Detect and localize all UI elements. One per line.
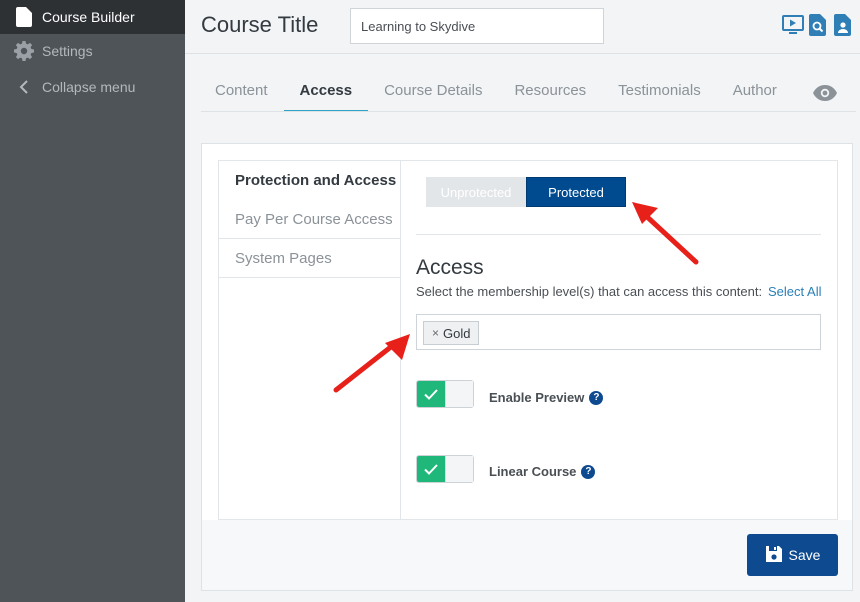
toggle-knob: [445, 381, 473, 407]
save-label: Save: [788, 547, 821, 563]
gear-icon: [14, 41, 34, 61]
membership-level-chip: × Gold: [423, 321, 480, 345]
linear-course-label: Linear Course: [489, 464, 577, 479]
check-icon: [417, 456, 445, 482]
tab-content[interactable]: Content: [215, 76, 268, 112]
tab-author[interactable]: Author: [733, 76, 777, 112]
tabs-divider: [201, 111, 856, 112]
sidebar-item-settings[interactable]: Settings: [0, 34, 185, 68]
eye-icon[interactable]: [812, 83, 838, 103]
protected-option[interactable]: Protected: [526, 177, 626, 207]
enable-preview-label: Enable Preview: [489, 390, 585, 405]
membership-level-input[interactable]: × Gold: [416, 314, 821, 350]
enable-preview-toggle[interactable]: [416, 380, 474, 408]
access-heading: Access: [416, 256, 484, 279]
help-icon[interactable]: ?: [581, 464, 596, 479]
sidebar-item-course-builder[interactable]: Course Builder: [0, 0, 185, 34]
search-doc-icon[interactable]: [807, 14, 829, 36]
tab-testimonials[interactable]: Testimonials: [618, 76, 701, 112]
save-button[interactable]: Save: [747, 534, 838, 576]
sidebar: Course Builder Settings Collapse menu: [0, 0, 185, 602]
sidebar-item-collapse-menu[interactable]: Collapse menu: [0, 70, 185, 104]
tab-resources[interactable]: Resources: [514, 76, 586, 112]
toggle-knob: [445, 456, 473, 482]
sidebar-item-label: Settings: [42, 43, 93, 59]
check-icon: [417, 381, 445, 407]
arrow-annotation-protected: [632, 202, 699, 265]
protection-toggle: Unprotected Protected: [426, 177, 626, 207]
chevron-left-icon: [14, 77, 34, 97]
tab-bar: Content Access Course Details Resources …: [215, 76, 809, 112]
chip-remove-icon[interactable]: ×: [432, 326, 439, 340]
enable-preview-label-wrap: Enable Preview ?: [489, 390, 604, 405]
video-icon[interactable]: [782, 14, 804, 36]
subnav-item-system-pages[interactable]: System Pages: [219, 239, 400, 278]
linear-course-label-wrap: Linear Course ?: [489, 464, 596, 479]
page-title: Course Title: [201, 12, 319, 37]
help-icon[interactable]: ?: [589, 390, 604, 405]
select-all-link[interactable]: Select All: [768, 284, 821, 299]
subnav-item-pay-per-course-access[interactable]: Pay Per Course Access: [219, 200, 400, 239]
course-title-input[interactable]: [350, 8, 604, 44]
linear-course-toggle[interactable]: [416, 455, 474, 483]
tab-access[interactable]: Access: [283, 76, 368, 112]
sidebar-item-label: Collapse menu: [42, 79, 136, 95]
unprotected-option[interactable]: Unprotected: [426, 177, 526, 207]
document-icon: [14, 7, 34, 27]
tab-course-details[interactable]: Course Details: [384, 76, 482, 112]
access-panel: Protection and Access Pay Per Course Acc…: [201, 143, 853, 591]
header-icons: [782, 14, 854, 36]
access-description: Select the membership level(s) that can …: [416, 284, 763, 299]
chip-label: Gold: [443, 325, 471, 341]
arrow-annotation-membership: [333, 334, 410, 393]
section-divider: [416, 234, 821, 235]
access-panel-inner: Protection and Access Pay Per Course Acc…: [218, 160, 838, 520]
floppy-disk-icon: [765, 545, 783, 566]
header: Course Title: [185, 0, 860, 54]
user-doc-icon[interactable]: [832, 14, 854, 36]
sidebar-item-label: Course Builder: [42, 9, 135, 25]
subnav-item-protection-and-access[interactable]: Protection and Access: [219, 161, 400, 200]
